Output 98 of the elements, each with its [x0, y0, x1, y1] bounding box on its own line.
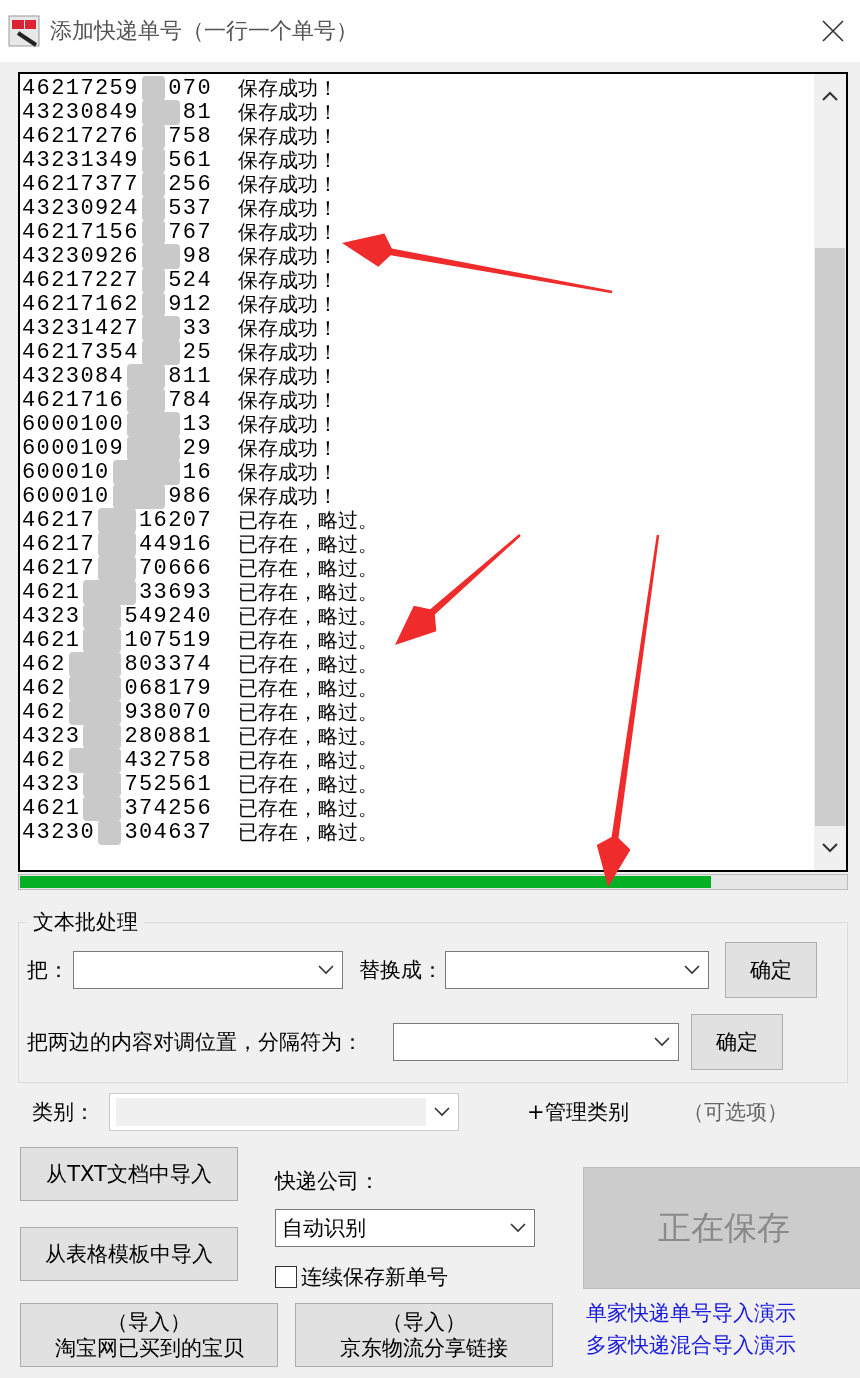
group-title: 文本批处理 — [32, 909, 139, 936]
tracking-number-start: 43230 — [22, 819, 95, 845]
chevron-down-icon — [318, 965, 334, 975]
courier-label: 快递公司： — [275, 1168, 381, 1195]
tracking-number-end: 81 — [182, 99, 212, 125]
tracking-number-start: 4621 — [22, 795, 81, 821]
tracking-number-start: 46217162 — [22, 291, 139, 317]
checkbox-label: 连续保存新单号 — [301, 1264, 448, 1291]
chevron-down-icon — [510, 1223, 526, 1233]
tracking-number-end: 752561 — [124, 771, 212, 797]
tracking-number-end: 803374 — [124, 651, 212, 677]
tracking-number-start: 46217 — [22, 555, 95, 581]
checkbox[interactable] — [275, 1266, 297, 1288]
tracking-number-start: 4323 — [22, 771, 81, 797]
tracking-number-end: 13 — [182, 411, 212, 437]
replace-with-label: 替换成： — [359, 957, 443, 984]
demo-link[interactable]: 单家快递单号导入演示 — [586, 1299, 796, 1327]
tracking-number-end: 280881 — [124, 723, 212, 749]
courier-dropdown[interactable]: 自动识别 — [275, 1209, 535, 1247]
scroll-up-icon[interactable] — [822, 91, 838, 101]
demo-link[interactable]: 多家快递混合导入演示 — [586, 1331, 796, 1359]
window-title: 添加快递单号（一行一个单号） — [50, 17, 359, 45]
tracking-number-start: 4621 — [22, 627, 81, 653]
import-txt-button[interactable]: 从TXT文档中导入 — [20, 1147, 238, 1201]
tracking-number-end: 912 — [168, 291, 212, 317]
replace-dropdown[interactable] — [445, 951, 709, 989]
tracking-number-start: 462 — [22, 651, 66, 677]
tracking-number-end: 374256 — [124, 795, 212, 821]
close-icon[interactable] — [822, 20, 844, 42]
tracking-number-end: 25 — [182, 339, 212, 365]
tracking-number-end: 537 — [168, 195, 212, 221]
optional-hint: （可选项） — [682, 1099, 788, 1126]
tracking-number-start: 43230849 — [22, 99, 139, 125]
tracking-number-end: 33 — [182, 315, 212, 341]
tracking-number-start: 46217156 — [22, 219, 139, 245]
tracking-number-start: 43230926 — [22, 243, 139, 269]
tracking-number-start: 6000100 — [22, 411, 125, 437]
tracking-number-start: 46217259 — [22, 75, 139, 101]
tracking-number-end: 549240 — [124, 603, 212, 629]
tracking-number-end: 524 — [168, 267, 212, 293]
confirm-button[interactable]: 确定 — [725, 942, 817, 998]
tracking-number-end: 107519 — [124, 627, 212, 653]
import-button[interactable]: （导入） 京东物流分享链接 — [295, 1303, 553, 1367]
category-label: 类别： — [32, 1099, 95, 1126]
tracking-number-end: 758 — [168, 123, 212, 149]
tracking-number-start: 46217354 — [22, 339, 139, 365]
tracking-number-start: 43231349 — [22, 147, 139, 173]
confirm-button[interactable]: 确定 — [691, 1014, 783, 1070]
tracking-number-start: 462 — [22, 699, 66, 725]
chevron-down-icon — [684, 965, 700, 975]
tracking-number-end: 98 — [182, 243, 212, 269]
find-dropdown[interactable] — [73, 951, 343, 989]
tracking-number-end: 811 — [168, 363, 212, 389]
tracking-number-start: 46217 — [22, 531, 95, 557]
chevron-down-icon — [654, 1037, 670, 1047]
replace-label: 把： — [27, 957, 69, 984]
separator-dropdown[interactable] — [393, 1023, 679, 1061]
tracking-number-end: 16207 — [139, 507, 212, 533]
tracking-number-end: 16 — [182, 459, 212, 485]
import-sheet-button[interactable]: 从表格模板中导入 — [20, 1227, 238, 1281]
tracking-number-start: 46217227 — [22, 267, 139, 293]
app-icon — [8, 15, 40, 47]
tracking-number-start: 462 — [22, 747, 66, 773]
tracking-number-start: 462 — [22, 675, 66, 701]
tracking-number-start: 4323084 — [22, 363, 125, 389]
tracking-number-start: 46217 — [22, 507, 95, 533]
tracking-number-start: 46217377 — [22, 171, 139, 197]
scroll-down-icon[interactable] — [822, 843, 838, 853]
tracking-number-end: 44916 — [139, 531, 212, 557]
tracking-number-end: 068179 — [124, 675, 212, 701]
tracking-number-end: 767 — [168, 219, 212, 245]
tracking-number-start: 4323 — [22, 603, 81, 629]
tracking-number-end: 29 — [182, 435, 212, 461]
chevron-down-icon — [434, 1107, 450, 1117]
tracking-number-start: 600010 — [22, 483, 110, 509]
swap-label: 把两边的内容对调位置，分隔符为： — [27, 1029, 363, 1056]
scrollbar-thumb[interactable] — [815, 248, 845, 826]
tracking-number-start: 600010 — [22, 459, 110, 485]
tracking-number-end: 784 — [168, 387, 212, 413]
tracking-number-end: 986 — [168, 483, 212, 509]
tracking-number-start: 46217276 — [22, 123, 139, 149]
tracking-number-end: 33693 — [139, 579, 212, 605]
tracking-number-start: 4621716 — [22, 387, 125, 413]
tracking-number-end: 304637 — [124, 819, 212, 845]
tracking-number-end: 256 — [168, 171, 212, 197]
tracking-number-start: 43230924 — [22, 195, 139, 221]
tracking-number-end: 70666 — [139, 555, 212, 581]
tracking-number-start: 4323 — [22, 723, 81, 749]
tracking-number-start: 4621 — [22, 579, 81, 605]
scrollbar[interactable] — [814, 74, 846, 870]
tracking-number-start: 43231427 — [22, 315, 139, 341]
tracking-number-end: 938070 — [124, 699, 212, 725]
tracking-number-start: 6000109 — [22, 435, 125, 461]
tracking-number-end: 561 — [168, 147, 212, 173]
import-button[interactable]: （导入） 淘宝网已买到的宝贝 — [20, 1303, 278, 1367]
redaction-smear — [112, 483, 166, 509]
tracking-number-end: 070 — [168, 75, 212, 101]
tracking-number-end: 432758 — [124, 747, 212, 773]
